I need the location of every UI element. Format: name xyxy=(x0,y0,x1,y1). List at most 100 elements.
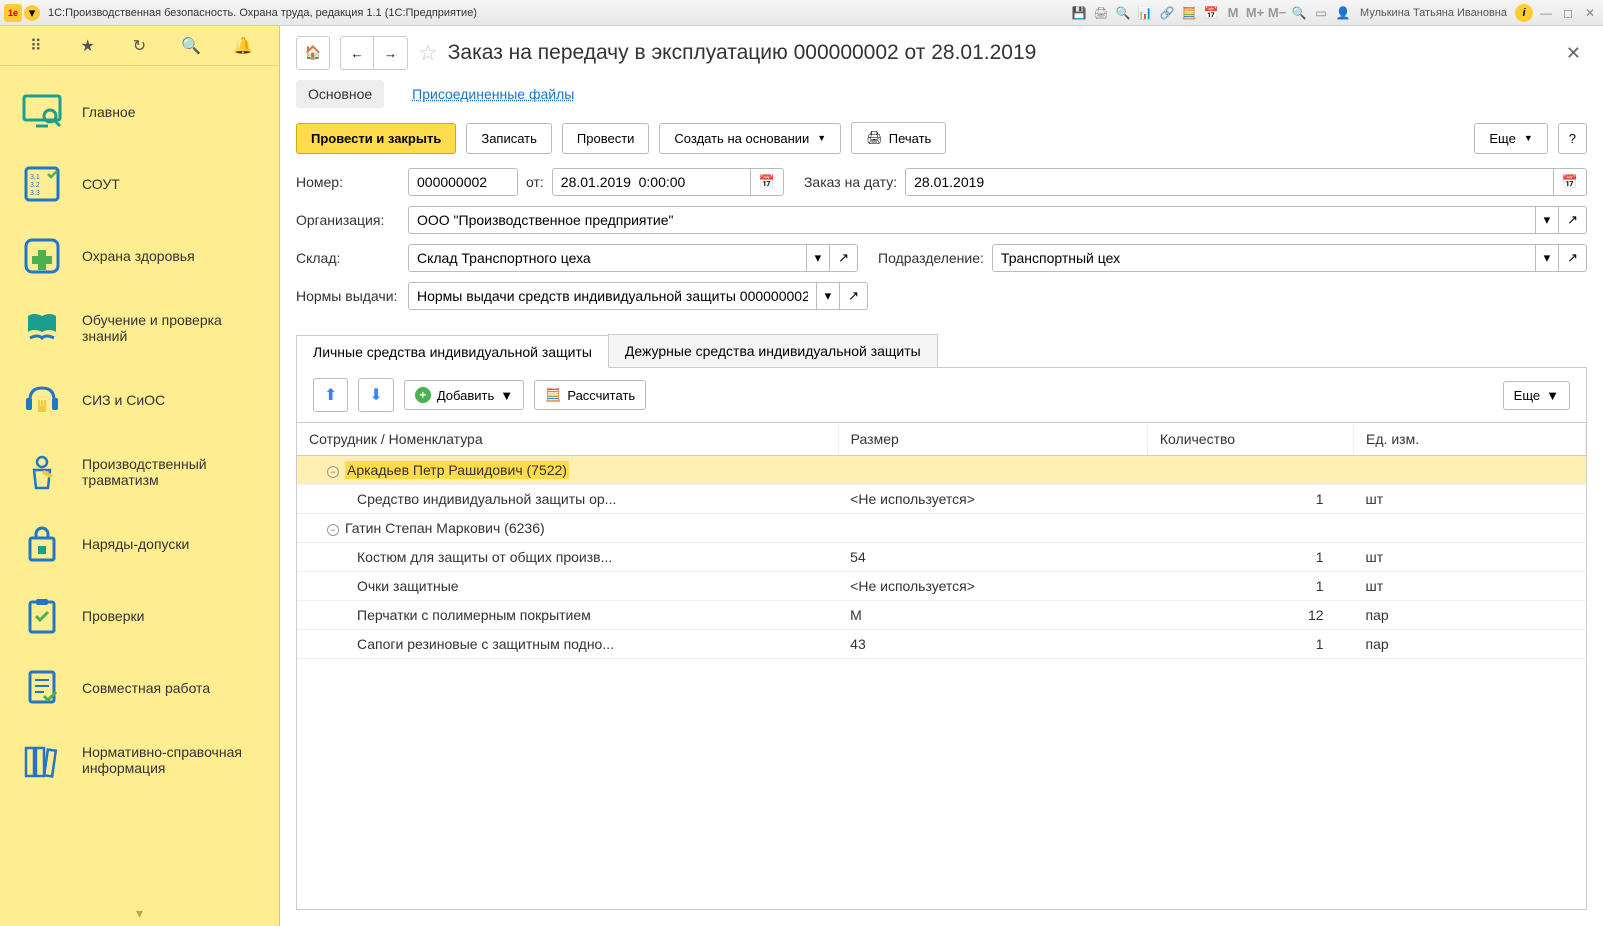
warehouse-input[interactable] xyxy=(408,244,807,272)
table-more-button[interactable]: Еще▼ xyxy=(1503,381,1570,410)
printer-icon: 🖨 xyxy=(866,130,883,146)
table-row[interactable]: Средство индивидуальной защиты ор...<Не … xyxy=(297,485,1586,514)
preview-icon[interactable]: 🔍 xyxy=(1114,4,1132,22)
table-group-row[interactable]: −Аркадьев Петр Рашидович (7522) xyxy=(297,456,1586,485)
col-qty[interactable]: Количество xyxy=(1147,423,1353,456)
collapse-icon[interactable]: − xyxy=(327,466,339,478)
sidebar-item-training[interactable]: Обучение и проверка знаний xyxy=(0,292,279,364)
number-input[interactable] xyxy=(408,168,518,196)
search-icon[interactable]: 🔍 xyxy=(179,34,203,58)
health-plus-icon xyxy=(18,234,66,278)
tab-personal-siz[interactable]: Личные средства индивидуальной защиты xyxy=(296,335,609,368)
list-check-icon: 3.13.23.3 xyxy=(18,162,66,206)
app-menu-dropdown[interactable]: ▾ xyxy=(24,5,40,21)
more-button[interactable]: Еще▼ xyxy=(1474,123,1547,154)
memory-m-plus[interactable]: M+ xyxy=(1246,4,1264,22)
content-area: 🏠 ← → ☆ Заказ на передачу в эксплуатацию… xyxy=(280,26,1603,926)
panel-icon[interactable]: ▭ xyxy=(1312,4,1330,22)
close-tab-icon[interactable]: ✕ xyxy=(1560,43,1587,64)
sidebar-item-sout[interactable]: 3.13.23.3 СОУТ xyxy=(0,148,279,220)
calendar-icon[interactable]: 📅 xyxy=(1202,4,1220,22)
notifications-icon[interactable]: 🔔 xyxy=(231,34,255,58)
table-row[interactable]: Перчатки с полимерным покрытиемM12пар xyxy=(297,601,1586,630)
sidebar-item-injury[interactable]: Производственный травматизм xyxy=(0,436,279,508)
dropdown-icon[interactable]: ▾ xyxy=(807,244,831,272)
dept-input[interactable] xyxy=(992,244,1536,272)
from-date-input[interactable] xyxy=(552,168,751,196)
tab-duty-siz[interactable]: Дежурные средства индивидуальной защиты xyxy=(608,334,938,367)
number-label: Номер: xyxy=(296,174,400,190)
table-group-row[interactable]: −Гатин Степан Маркович (6236) xyxy=(297,514,1586,543)
info-icon[interactable]: i xyxy=(1515,4,1533,22)
headphones-glove-icon xyxy=(18,378,66,422)
write-button[interactable]: Записать xyxy=(466,123,552,154)
col-unit[interactable]: Ед. изм. xyxy=(1354,423,1586,456)
sidebar-item-nsi[interactable]: Нормативно-справочная информация xyxy=(0,724,279,796)
col-employee[interactable]: Сотрудник / Номенклатура xyxy=(297,423,838,456)
save-icon[interactable]: 💾 xyxy=(1070,4,1088,22)
arrow-down-icon: ⬇ xyxy=(369,385,382,405)
sidebar-collapse[interactable]: ▾ xyxy=(0,901,279,926)
sidebar-item-label: СИЗ и СиОС xyxy=(82,392,261,408)
zoom-icon[interactable]: 🔍 xyxy=(1290,4,1308,22)
help-button[interactable]: ? xyxy=(1558,123,1587,154)
book-hand-icon xyxy=(18,306,66,350)
table-row[interactable]: Костюм для защиты от общих произв...541ш… xyxy=(297,543,1586,572)
open-icon[interactable]: ↗ xyxy=(1559,206,1587,234)
order-date-input[interactable] xyxy=(905,168,1554,196)
tab-main[interactable]: Основное xyxy=(296,80,384,108)
calc-icon[interactable]: 🧮 xyxy=(1180,4,1198,22)
sidebar-item-siz[interactable]: СИЗ и СиОС xyxy=(0,364,279,436)
calendar-icon[interactable]: 📅 xyxy=(751,168,784,196)
home-button[interactable]: 🏠 xyxy=(296,36,330,70)
back-button[interactable]: ← xyxy=(340,36,374,70)
sidebar-item-main[interactable]: Главное xyxy=(0,76,279,148)
memory-m-minus[interactable]: M− xyxy=(1268,4,1286,22)
dropdown-icon[interactable]: ▾ xyxy=(817,282,841,310)
collapse-icon[interactable]: − xyxy=(327,524,339,536)
memory-m[interactable]: M xyxy=(1224,4,1242,22)
open-icon[interactable]: ↗ xyxy=(830,244,858,272)
norms-input[interactable] xyxy=(408,282,817,310)
col-size[interactable]: Размер xyxy=(838,423,1147,456)
minimize-icon[interactable]: — xyxy=(1537,4,1555,22)
dropdown-icon[interactable]: ▾ xyxy=(1536,244,1560,272)
compare-icon[interactable]: 📊 xyxy=(1136,4,1154,22)
table-row[interactable]: Очки защитные<Не используется>1шт xyxy=(297,572,1586,601)
post-button[interactable]: Провести xyxy=(562,123,650,154)
apps-icon[interactable]: ⠿ xyxy=(24,34,48,58)
move-up-button[interactable]: ⬆ xyxy=(313,378,348,412)
calc-icon: 🧮 xyxy=(545,387,561,403)
calculate-button[interactable]: 🧮Рассчитать xyxy=(534,380,646,410)
sidebar-item-health[interactable]: Охрана здоровья xyxy=(0,220,279,292)
post-close-button[interactable]: Провести и закрыть xyxy=(296,123,456,154)
siz-table: Сотрудник / Номенклатура Размер Количест… xyxy=(297,423,1586,659)
dropdown-icon[interactable]: ▾ xyxy=(1536,206,1560,234)
sidebar-item-permits[interactable]: Наряды-допуски xyxy=(0,508,279,580)
favorites-icon[interactable]: ★ xyxy=(76,34,100,58)
print-icon[interactable]: 🖨 xyxy=(1092,4,1110,22)
sidebar-item-checks[interactable]: Проверки xyxy=(0,580,279,652)
forward-button[interactable]: → xyxy=(374,36,408,70)
calendar-icon[interactable]: 📅 xyxy=(1554,168,1587,196)
favorite-star-icon[interactable]: ☆ xyxy=(418,40,438,66)
maximize-icon[interactable]: ◻ xyxy=(1559,4,1577,22)
table-toolbar: ⬆ ⬇ +Добавить▼ 🧮Рассчитать Еще▼ xyxy=(296,368,1587,423)
org-input[interactable] xyxy=(408,206,1536,234)
sidebar-item-collab[interactable]: Совместная работа xyxy=(0,652,279,724)
move-down-button[interactable]: ⬇ xyxy=(358,378,393,412)
from-label: от: xyxy=(526,174,544,190)
tab-files[interactable]: Присоединенные файлы xyxy=(400,80,586,108)
table-row[interactable]: Сапоги резиновые с защитным подно...431п… xyxy=(297,630,1586,659)
history-icon[interactable]: ↻ xyxy=(127,34,151,58)
print-button[interactable]: 🖨Печать xyxy=(851,122,946,154)
create-based-button[interactable]: Создать на основании▼ xyxy=(659,123,841,154)
add-button[interactable]: +Добавить▼ xyxy=(404,380,524,410)
link-icon[interactable]: 🔗 xyxy=(1158,4,1176,22)
close-window-icon[interactable]: ✕ xyxy=(1581,4,1599,22)
titlebar: 1e ▾ 1С:Производственная безопасность. О… xyxy=(0,0,1603,26)
open-icon[interactable]: ↗ xyxy=(1559,244,1587,272)
user-name[interactable]: Мулькина Татьяна Ивановна xyxy=(1356,7,1511,19)
data-tabs: Личные средства индивидуальной защиты Де… xyxy=(296,334,1587,368)
open-icon[interactable]: ↗ xyxy=(840,282,868,310)
